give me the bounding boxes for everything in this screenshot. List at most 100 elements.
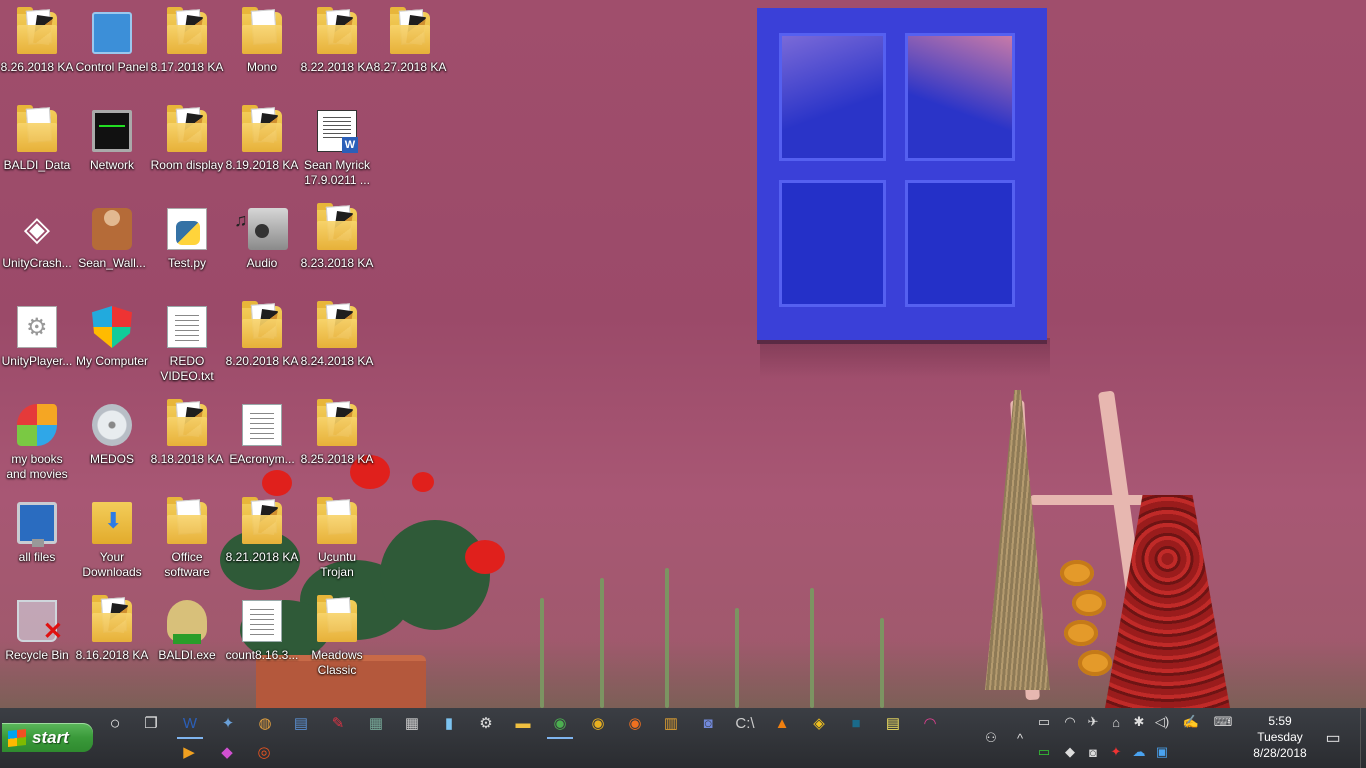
icon-label: 8.21.2018 KA <box>225 550 299 564</box>
taskbar-app-file-explorer[interactable]: ▬ <box>508 710 538 736</box>
onedrive-icon[interactable]: ☁ <box>1128 741 1150 763</box>
taskbar-app-firefox[interactable]: ◉ <box>620 710 650 736</box>
desktop-icon-word-document[interactable]: W Sean Myrick 17.9.0211 ... <box>300 102 374 194</box>
volume-icon[interactable]: ◁) <box>1151 711 1173 733</box>
herb-stem <box>665 568 669 708</box>
desktop-icon-folder[interactable]: 8.16.2018 KA <box>75 592 149 684</box>
folder-icon <box>317 301 357 348</box>
icon-label: 8.26.2018 KA <box>0 60 74 74</box>
keyboard-icon[interactable]: ⌨ <box>1212 711 1234 733</box>
taskbar-app-settings[interactable]: ⚙ <box>471 710 501 736</box>
desktop-icon-folder[interactable]: Mono <box>225 4 299 96</box>
desktop-icon-folder[interactable]: 8.23.2018 KA <box>300 200 374 292</box>
taskbar-app-app-19[interactable]: ◈ <box>804 710 834 736</box>
icon-label: Meadows Classic <box>311 648 363 677</box>
taskbar-app-paint[interactable]: ◍ <box>250 710 280 736</box>
desktop-icon-downloads[interactable]: Your Downloads <box>75 494 149 586</box>
defender-icon[interactable]: ◆ <box>1059 741 1081 763</box>
desktop-icon-folder[interactable]: 8.20.2018 KA <box>225 298 299 390</box>
taskbar-app-maps[interactable]: ◆ <box>212 739 242 765</box>
desktop-icon-file[interactable]: UnityPlayer... <box>0 298 74 390</box>
desktop-icon-app[interactable]: BALDI.exe <box>150 592 224 684</box>
wifi-icon[interactable]: ◠ <box>1059 711 1081 733</box>
desktop-icon-folder[interactable]: Meadows Classic <box>300 592 374 684</box>
people-icon[interactable]: ⚇ <box>980 727 1002 749</box>
tray-red-icon[interactable]: ✦ <box>1105 741 1127 763</box>
desktop-icon-network[interactable]: Network <box>75 102 149 194</box>
clock-day: Tuesday <box>1257 730 1303 744</box>
bluetooth-icon[interactable]: ✱ <box>1128 711 1150 733</box>
start-button[interactable]: start <box>2 723 93 752</box>
taskbar-app-word[interactable]: W <box>175 710 205 739</box>
desktop-icon-drive[interactable]: MEDOS <box>75 396 149 488</box>
desktop-icon-folder[interactable]: 8.21.2018 KA <box>225 494 299 586</box>
desktop-icon-folder[interactable]: 8.27.2018 KA <box>373 4 447 96</box>
desktop-icon-folder[interactable]: 8.26.2018 KA <box>0 4 74 96</box>
taskbar-app-ubuntu[interactable]: ◎ <box>249 739 279 765</box>
desktop-icon-folder[interactable]: 8.17.2018 KA <box>150 4 224 96</box>
taskbar-app-task-view[interactable]: ❐ <box>136 710 166 736</box>
tray-app-icon[interactable]: ✈ <box>1082 711 1104 733</box>
desktop-icon-file[interactable]: EAcronym... <box>225 396 299 488</box>
unity-icon: ◈ <box>23 210 51 248</box>
icon-label: 8.25.2018 KA <box>300 452 374 466</box>
firefox-icon: ◉ <box>628 715 642 732</box>
clock[interactable]: 5:59 Tuesday 8/28/2018 <box>1242 713 1318 761</box>
taskbar-app-app-22[interactable]: ◠ <box>915 710 945 736</box>
desktop-icon-folder[interactable]: Ucuntu Trojan <box>300 494 374 586</box>
desktop-icon-folder[interactable]: 8.18.2018 KA <box>150 396 224 488</box>
desktop-icon-file[interactable]: REDO VIDEO.txt <box>150 298 224 390</box>
lock-icon[interactable]: ⌂ <box>1105 711 1127 733</box>
taskbar-app-app-2[interactable]: ✦ <box>213 710 243 736</box>
taskbar-app-notepad[interactable]: ▮ <box>434 710 464 736</box>
taskbar-app-vlc[interactable]: ▲ <box>767 710 797 736</box>
pen-icon[interactable]: ✍ <box>1180 711 1202 733</box>
desktop-icon-unity[interactable]: ◈ UnityCrash... <box>0 200 74 292</box>
taskbar-app-app-5[interactable]: ✎ <box>323 710 353 736</box>
desktop-icon-shortcut[interactable]: my books and movies <box>0 396 74 488</box>
tray-blue-icon[interactable]: ▣ <box>1151 741 1173 763</box>
desktop-icon-file[interactable]: Test.py <box>150 200 224 292</box>
taskbar-app-chrome[interactable]: ◉ <box>545 710 575 739</box>
taskbar-app-media-player[interactable]: ▶ <box>174 739 204 765</box>
desktop-icon-folder[interactable]: 8.25.2018 KA <box>300 396 374 488</box>
show-desktop-button[interactable] <box>1360 708 1366 768</box>
battery-icon[interactable]: ▭ <box>1033 741 1055 763</box>
window-pane <box>779 33 886 161</box>
desktop-icon-recycle-bin[interactable]: ✕ Recycle Bin <box>0 592 74 684</box>
desktop-icon-folder[interactable]: 8.22.2018 KA <box>300 4 374 96</box>
desktop-icon-folder[interactable]: 8.19.2018 KA <box>225 102 299 194</box>
desktop-icon-folder[interactable]: 8.24.2018 KA <box>300 298 374 390</box>
desktop-icon-shortcut[interactable]: all files <box>0 494 74 586</box>
taskbar-app-notes[interactable]: ▤ <box>878 710 908 736</box>
taskbar-app-calculator[interactable]: ▦ <box>397 710 427 736</box>
discord-tray-icon[interactable]: ◙ <box>1082 741 1104 763</box>
desktop-icon-file[interactable]: count8.16.3... <box>225 592 299 684</box>
icon-label: My Computer <box>75 354 149 368</box>
desktop-icon-audio[interactable]: ♫ Audio <box>225 200 299 292</box>
word-icon: W <box>182 714 198 732</box>
icon-label: BALDI.exe <box>158 648 216 662</box>
desktop-icon-control-panel[interactable]: Control Panel <box>75 4 149 96</box>
discord-icon: ◙ <box>703 714 713 732</box>
taskbar-app-command-prompt[interactable]: C:\ <box>730 710 760 736</box>
taskbar-app-discord[interactable]: ◙ <box>693 710 723 736</box>
taskbar-app-cortana[interactable]: ○ <box>100 710 130 736</box>
desktop-icon-folder[interactable]: Room display <box>150 102 224 194</box>
taskbar-app-app-15[interactable]: ▥ <box>656 710 686 736</box>
folder-icon <box>167 7 207 54</box>
herb-stem <box>810 588 814 708</box>
taskbar-app-chrome-2[interactable]: ◉ <box>583 710 613 736</box>
desktop-icon-file[interactable]: Sean_Wall... <box>75 200 149 292</box>
taskbar-app-app-20[interactable]: ■ <box>841 710 871 736</box>
taskbar-app-app-6[interactable]: ▦ <box>361 710 391 736</box>
desktop-icon-folder[interactable]: BALDI_Data <box>0 102 74 194</box>
tray-monitor-icon[interactable]: ▭ <box>1033 711 1055 733</box>
show-hidden-icon[interactable]: ^ <box>1009 727 1031 749</box>
action-center-icon[interactable]: ▭ <box>1322 728 1344 747</box>
desktop-icon-folder[interactable]: Office software <box>150 494 224 586</box>
icon-label: 8.20.2018 KA <box>225 354 299 368</box>
taskbar-app-app-4[interactable]: ▤ <box>286 710 316 736</box>
icon-label: UnityCrash... <box>2 256 72 270</box>
desktop-icon-my-computer[interactable]: My Computer <box>75 298 149 390</box>
